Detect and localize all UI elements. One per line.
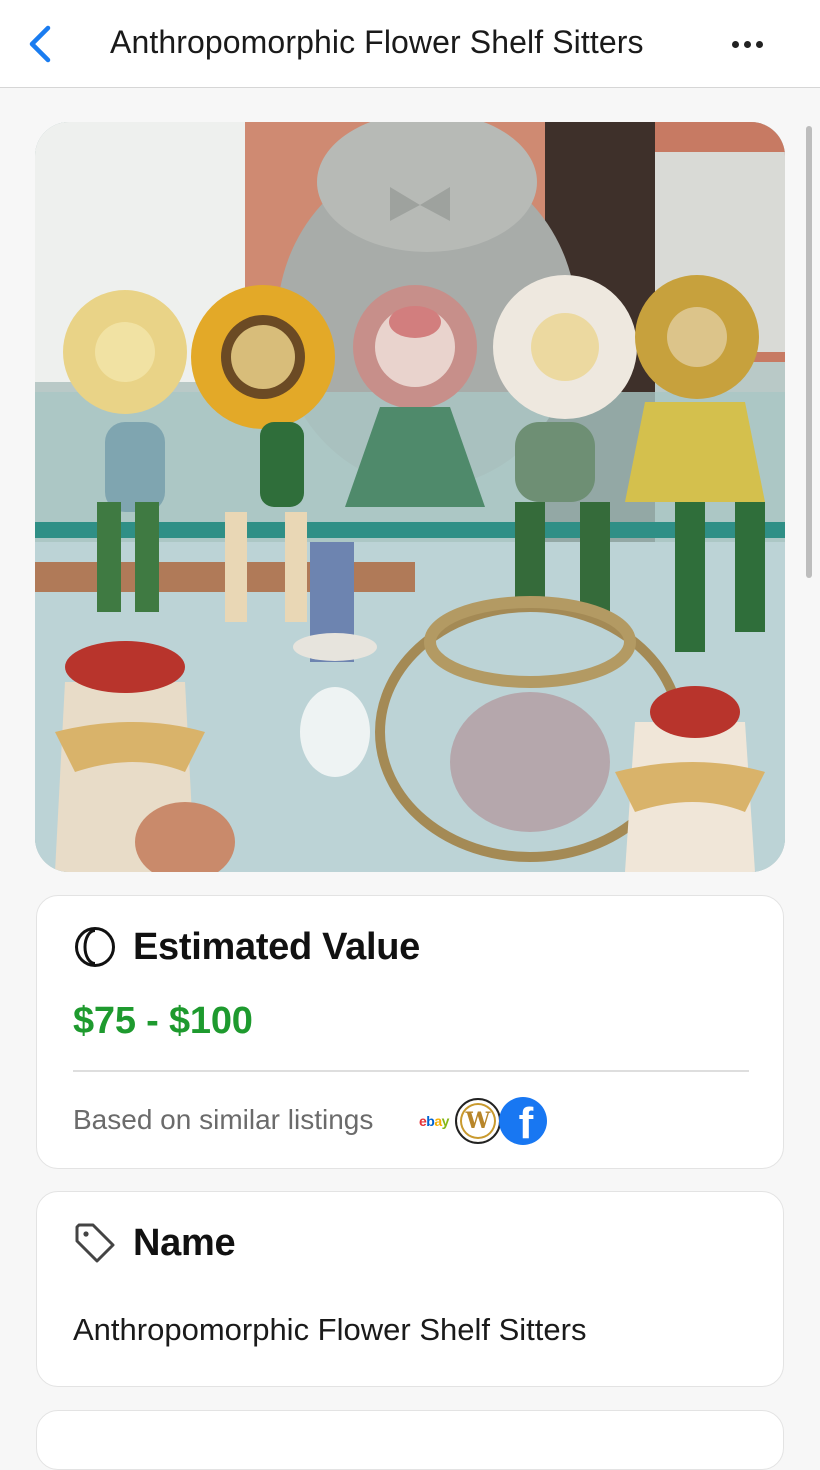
more-dot-icon — [755, 40, 763, 48]
facebook-logo-letter: f — [518, 1099, 534, 1146]
more-options-button[interactable] — [724, 24, 770, 64]
more-dot-icon — [731, 40, 739, 48]
back-button[interactable] — [20, 22, 60, 66]
more-dot-icon — [743, 40, 751, 48]
estimated-value-card: Estimated Value $75 - $100 Based on simi… — [36, 895, 784, 1169]
next-card-partial — [36, 1410, 784, 1470]
page-title: Anthropomorphic Flower Shelf Sitters — [110, 24, 644, 60]
tag-icon — [75, 1223, 115, 1263]
flower-shelf-sitters-image — [35, 122, 785, 872]
item-name: Anthropomorphic Flower Shelf Sitters — [73, 1312, 587, 1347]
worthpoint-logo-letter: W — [465, 1108, 491, 1134]
estimated-value-header: Estimated Value — [73, 924, 420, 970]
scrollbar[interactable] — [806, 126, 812, 578]
name-title: Name — [133, 1221, 236, 1264]
item-photo[interactable] — [35, 122, 785, 872]
based-on-text: Based on similar listings — [73, 1104, 374, 1135]
top-nav-bar: Anthropomorphic Flower Shelf Sitters — [0, 0, 820, 88]
worthpoint-logo-icon: W — [454, 1098, 501, 1144]
chevron-left-icon — [29, 25, 51, 63]
price-range: $75 - $100 — [73, 1000, 253, 1042]
source-logos[interactable]: ebay W f — [419, 1096, 547, 1146]
name-card: Name Anthropomorphic Flower Shelf Sitter… — [36, 1191, 784, 1387]
divider — [73, 1070, 749, 1072]
estimated-value-title: Estimated Value — [133, 925, 420, 968]
ebay-logo-icon: ebay — [419, 1113, 449, 1129]
facebook-logo-icon: f — [498, 1097, 547, 1146]
name-header: Name — [73, 1220, 236, 1266]
coin-icon — [75, 927, 115, 967]
